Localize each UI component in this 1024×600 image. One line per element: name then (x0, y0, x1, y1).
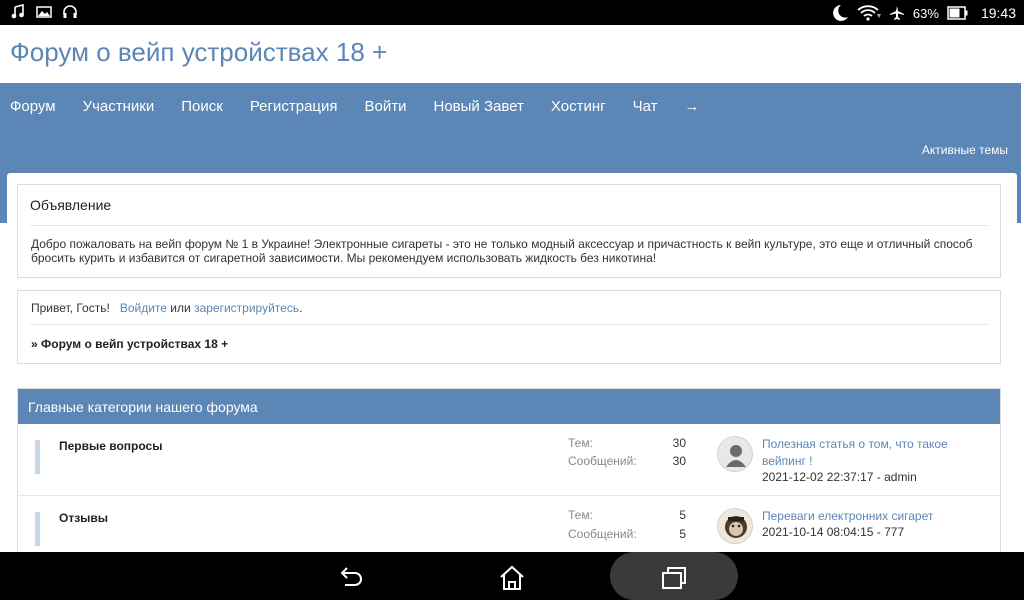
greeting-box: Привет, Гость! Войдите или зарегистрируй… (17, 290, 1001, 364)
greeting-dot: . (299, 301, 303, 315)
back-icon[interactable] (337, 564, 365, 592)
register-link[interactable]: зарегистрируйтесь (194, 301, 299, 315)
category-block: Главные категории нашего форума Первые в… (17, 388, 1001, 552)
topics-count: 30 (672, 436, 686, 450)
site-title[interactable]: Форум о вейп устройствах 18 + (10, 37, 387, 68)
system-nav-bar (0, 552, 1024, 600)
monkey-avatar-icon (725, 516, 747, 538)
nav-members[interactable]: Участники (83, 98, 155, 115)
image-icon (36, 4, 52, 20)
moon-icon (829, 4, 849, 22)
forum-name[interactable]: Отзывы (59, 511, 108, 525)
posts-count: 5 (679, 527, 686, 541)
clock: 19:43 (980, 5, 1016, 21)
login-link[interactable]: Войдите (120, 301, 167, 315)
airplane-icon (889, 5, 905, 21)
nav-hosting[interactable]: Хостинг (551, 98, 606, 115)
category-header[interactable]: Главные категории нашего форума (18, 389, 1000, 424)
greeting-or: или (170, 301, 191, 315)
topics-label: Тем: (568, 436, 593, 450)
forum-status-bar (35, 512, 40, 546)
forum-row: Отзывы Тем: 5 Сообщений: 5 Переваги елек… (18, 496, 1000, 552)
posts-label: Сообщений: (568, 454, 637, 468)
main-nav: Форум Участники Поиск Регистрация Войти … (0, 83, 1021, 129)
music-icon (10, 3, 26, 20)
announcement-header: Объявление (30, 197, 112, 213)
default-user-icon (726, 445, 746, 467)
announcement-box: Объявление Добро пожаловать на вейп фору… (17, 184, 1001, 278)
web-page: Форум о вейп устройствах 18 + Форум Учас… (0, 25, 1024, 552)
recents-icon[interactable] (660, 564, 688, 592)
nav-register[interactable]: Регистрация (250, 98, 338, 115)
status-left (10, 3, 78, 20)
headphones-icon (62, 4, 78, 20)
topics-label: Тем: (568, 508, 593, 522)
breadcrumb[interactable]: » Форум о вейп устройствах 18 + (31, 337, 228, 351)
last-post-title[interactable]: Переваги електронних сигарет (762, 508, 982, 525)
avatar[interactable] (717, 436, 753, 472)
divider (30, 225, 988, 226)
nav-more-arrow[interactable]: → (684, 98, 699, 115)
announcement-text: Добро пожаловать на вейп форум № 1 в Укр… (31, 237, 973, 265)
status-bar: 63% 19:43 (0, 0, 1024, 25)
wifi-icon (857, 4, 881, 22)
battery-percent: 63% (912, 5, 939, 21)
last-post-meta: 2021-10-14 08:04:15 - 777 (762, 525, 905, 539)
avatar[interactable] (717, 508, 753, 544)
last-post-title[interactable]: Полезная статья о том, что такое вейпинг… (762, 436, 982, 470)
greeting-hello: Привет, Гость! (31, 301, 110, 315)
forum-row: Первые вопросы Тем: 30 Сообщений: 30 Пол… (18, 424, 1000, 496)
forum-status-bar (35, 440, 40, 474)
divider (30, 324, 988, 325)
nav-search[interactable]: Поиск (181, 98, 223, 115)
posts-label: Сообщений: (568, 527, 637, 541)
status-right: 63% 19:43 (829, 4, 1016, 22)
greeting-line: Привет, Гость! Войдите или зарегистрируй… (31, 301, 302, 315)
content-area: Объявление Добро пожаловать на вейп фору… (7, 173, 1017, 552)
nav-login[interactable]: Войти (365, 98, 407, 115)
nav-forum[interactable]: Форум (10, 98, 56, 115)
active-topics-link[interactable]: Активные темы (922, 143, 1008, 157)
nav-chat[interactable]: Чат (633, 98, 658, 115)
forum-name[interactable]: Первые вопросы (59, 439, 162, 453)
topics-count: 5 (679, 508, 686, 522)
nav-new-testament[interactable]: Новый Завет (434, 98, 524, 115)
last-post-meta: 2021-12-02 22:37:17 - admin (762, 470, 917, 484)
home-icon[interactable] (498, 564, 526, 592)
battery-icon (947, 5, 969, 21)
posts-count: 30 (672, 454, 686, 468)
